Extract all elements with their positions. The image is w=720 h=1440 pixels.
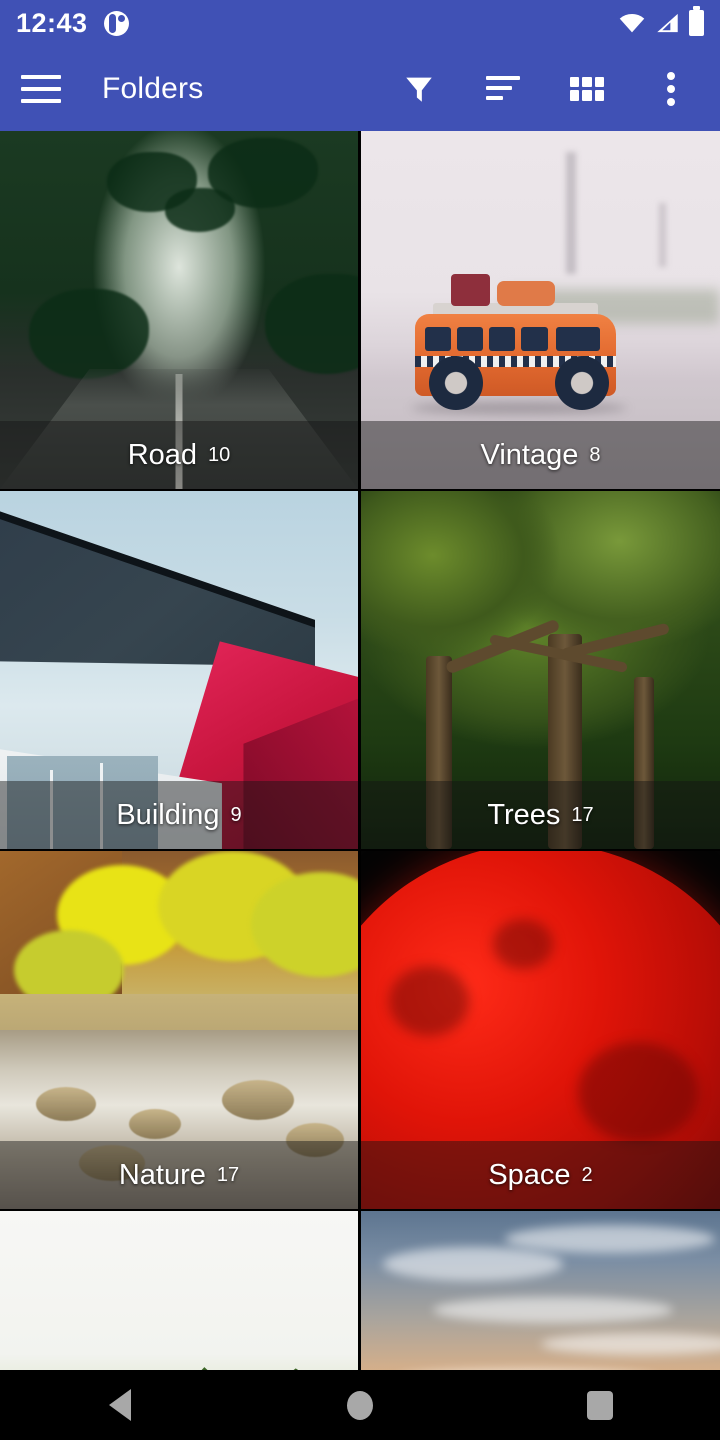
folder-name: Nature (118, 1158, 206, 1191)
folder-label: Vintage 8 (361, 421, 720, 489)
folder-tile-space[interactable]: Space 2 (361, 851, 720, 1209)
grid-view-icon (570, 76, 604, 101)
back-button[interactable] (80, 1370, 160, 1440)
folder-label: Nature 17 (0, 1141, 358, 1209)
folder-count: 10 (208, 443, 231, 466)
folder-tile-nature[interactable]: Nature 17 (0, 851, 358, 1209)
status-bar-clock: 12:43 (16, 7, 88, 38)
toolbar-actions (396, 66, 702, 112)
folder-tile-building[interactable]: Building 9 (0, 491, 358, 849)
folder-count: 17 (571, 803, 594, 826)
system-navigation-bar (0, 1370, 720, 1440)
status-bar-left: 12:43 (16, 8, 129, 39)
hamburger-menu-icon[interactable] (18, 66, 64, 112)
sort-button[interactable] (480, 66, 526, 112)
folder-thumbnail (361, 1211, 720, 1370)
folder-tile-sunset[interactable] (361, 1211, 720, 1370)
folder-tile-vintage[interactable]: Vintage 8 (361, 131, 720, 489)
overflow-button[interactable] (648, 66, 694, 112)
folder-tile-trees[interactable]: Trees 17 (361, 491, 720, 849)
status-bar: 12:43 (0, 0, 720, 46)
folder-label: Space 2 (361, 1141, 720, 1209)
folder-label: Building 9 (0, 781, 358, 849)
folder-name: Road (127, 438, 198, 471)
folder-count: 17 (216, 1163, 240, 1186)
folder-name: Trees (487, 798, 561, 831)
folder-count: 8 (589, 443, 601, 466)
sort-icon (486, 75, 520, 102)
folder-grid: Road 10 Vintage 8 Building 9 Trees 17 Na… (0, 131, 720, 1370)
cellular-signal-icon (657, 13, 678, 33)
battery-icon (689, 6, 704, 36)
folder-count: 2 (581, 1163, 593, 1186)
status-bar-right (618, 6, 704, 36)
page-title: Folders (102, 71, 204, 105)
app-toolbar: Folders (0, 46, 720, 131)
folder-tile-road[interactable]: Road 10 (0, 131, 358, 489)
wifi-icon (619, 13, 645, 33)
folder-name: Vintage (480, 438, 579, 471)
folder-count: 9 (230, 803, 242, 826)
filter-button[interactable] (396, 66, 442, 112)
filter-funnel-icon (406, 77, 432, 102)
folder-name: Space (488, 1158, 571, 1191)
folder-tile-tractor[interactable] (0, 1211, 358, 1370)
folder-label: Road 10 (0, 421, 358, 489)
folder-thumbnail (0, 1211, 358, 1370)
view-mode-button[interactable] (564, 66, 610, 112)
app-screen: 12:43 Folders Road 10 Vintage 8 Building… (0, 0, 720, 1440)
folder-name: Building (116, 798, 220, 831)
alarm-icon (103, 10, 129, 36)
folder-label: Trees 17 (361, 781, 720, 849)
recents-button[interactable] (560, 1370, 640, 1440)
home-button[interactable] (320, 1370, 400, 1440)
more-vertical-icon (667, 71, 675, 106)
